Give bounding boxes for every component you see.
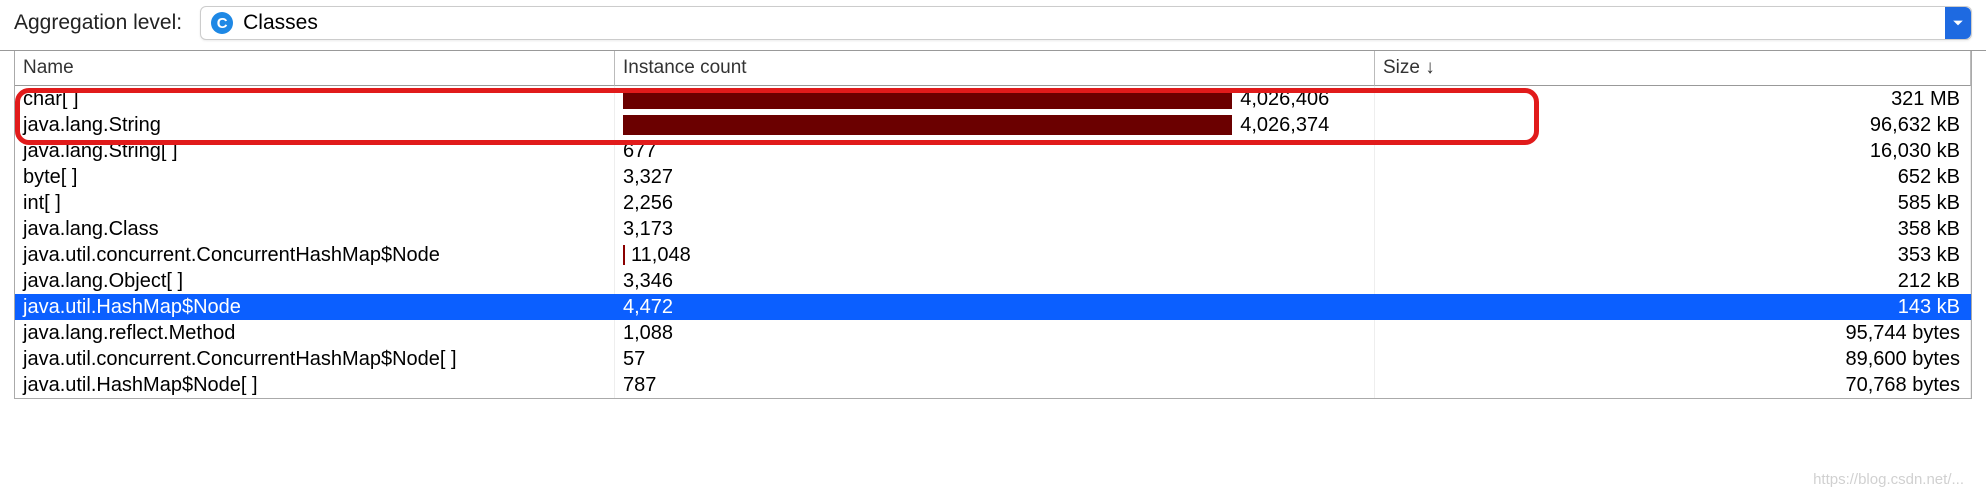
column-header-instance-count[interactable]: Instance count [615, 51, 1375, 86]
class-name-cell: java.util.HashMap$Node [15, 294, 615, 320]
table-row[interactable]: int[ ] 2,256 585 kB [15, 190, 1971, 216]
class-name-cell: int[ ] [15, 190, 615, 216]
table-row[interactable]: java.lang.String[ ] 677 16,030 kB [15, 138, 1971, 164]
size-cell: 358 kB [1375, 216, 1971, 242]
instance-count-value: 677 [623, 138, 656, 164]
instance-count-cell: 2,256 [615, 190, 1375, 216]
instance-count-cell: 4,026,374 [615, 112, 1375, 138]
aggregation-level-label: Aggregation level: [14, 11, 182, 35]
column-header-size[interactable]: Size ↓ [1375, 51, 1971, 86]
instance-count-value: 3,346 [623, 268, 673, 294]
size-cell: 95,744 bytes [1375, 320, 1971, 346]
table-row[interactable]: byte[ ] 3,327 652 kB [15, 164, 1971, 190]
table-row[interactable]: java.util.HashMap$Node 4,472 143 kB [15, 294, 1971, 320]
table-row[interactable]: java.util.concurrent.ConcurrentHashMap$N… [15, 242, 1971, 268]
instance-count-value: 57 [623, 346, 645, 372]
instance-count-value: 11,048 [631, 242, 691, 268]
size-cell: 212 kB [1375, 268, 1971, 294]
instance-count-cell: 4,472 [615, 294, 1375, 320]
class-name-cell: java.lang.reflect.Method [15, 320, 615, 346]
size-cell: 652 kB [1375, 164, 1971, 190]
table-row[interactable]: char[ ] 4,026,406 321 MB [15, 86, 1971, 112]
table-row[interactable]: java.lang.String 4,026,374 96,632 kB [15, 112, 1971, 138]
instance-count-cell: 787 [615, 372, 1375, 398]
column-header-name[interactable]: Name [15, 51, 615, 86]
size-cell: 70,768 bytes [1375, 372, 1971, 398]
table-row[interactable]: java.lang.Class 3,173 358 kB [15, 216, 1971, 242]
size-cell: 96,632 kB [1375, 112, 1971, 138]
size-cell: 353 kB [1375, 242, 1971, 268]
class-name-cell: byte[ ] [15, 164, 615, 190]
aggregation-level-combo[interactable]: C Classes [200, 6, 1972, 40]
chevron-down-icon[interactable] [1945, 7, 1971, 39]
instance-count-cell: 3,173 [615, 216, 1375, 242]
class-name-cell: char[ ] [15, 86, 615, 112]
table-row[interactable]: java.lang.Object[ ] 3,346 212 kB [15, 268, 1971, 294]
class-name-cell: java.lang.String[ ] [15, 138, 615, 164]
instance-count-value: 1,088 [623, 320, 673, 346]
instance-count-value: 4,026,406 [1240, 86, 1329, 112]
instance-count-cell: 4,026,406 [615, 86, 1375, 112]
class-name-cell: java.lang.Class [15, 216, 615, 242]
instance-count-value: 787 [623, 372, 656, 398]
size-cell: 16,030 kB [1375, 138, 1971, 164]
instance-count-cell: 1,088 [615, 320, 1375, 346]
instance-count-cell: 3,346 [615, 268, 1375, 294]
table-body: char[ ] 4,026,406 321 MB java.lang.String 4,… [15, 86, 1971, 398]
instance-count-value: 3,327 [623, 164, 673, 190]
table-header: Name Instance count Size ↓ [15, 51, 1971, 86]
instance-count-cell: 57 [615, 346, 1375, 372]
class-name-cell: java.util.concurrent.ConcurrentHashMap$N… [15, 242, 615, 268]
size-cell: 89,600 bytes [1375, 346, 1971, 372]
class-name-cell: java.lang.Object[ ] [15, 268, 615, 294]
table-row[interactable]: java.util.HashMap$Node[ ] 787 70,768 bytes [15, 372, 1971, 398]
instance-count-value: 4,472 [623, 294, 673, 320]
table-row[interactable]: java.util.concurrent.ConcurrentHashMap$N… [15, 346, 1971, 372]
class-name-cell: java.lang.String [15, 112, 615, 138]
size-cell: 143 kB [1375, 294, 1971, 320]
class-name-cell: java.util.concurrent.ConcurrentHashMap$N… [15, 346, 615, 372]
class-table: Name Instance count Size ↓ char[ ] 4,026,… [14, 51, 1972, 399]
size-cell: 321 MB [1375, 86, 1971, 112]
table-row[interactable]: java.lang.reflect.Method 1,088 95,744 byte… [15, 320, 1971, 346]
aggregation-level-value: Classes [243, 11, 318, 35]
toolbar: Aggregation level: C Classes [0, 0, 1986, 51]
instance-count-cell: 3,327 [615, 164, 1375, 190]
class-name-cell: java.util.HashMap$Node[ ] [15, 372, 615, 398]
instance-count-value: 4,026,374 [1240, 112, 1329, 138]
count-bar [623, 245, 625, 265]
instance-count-value: 2,256 [623, 190, 673, 216]
watermark: https://blog.csdn.net/... [1813, 471, 1964, 488]
instance-count-cell: 11,048 [615, 242, 1375, 268]
class-icon: C [211, 12, 233, 34]
size-cell: 585 kB [1375, 190, 1971, 216]
instance-count-cell: 677 [615, 138, 1375, 164]
instance-count-value: 3,173 [623, 216, 673, 242]
count-bar [623, 89, 1232, 109]
count-bar [623, 115, 1232, 135]
